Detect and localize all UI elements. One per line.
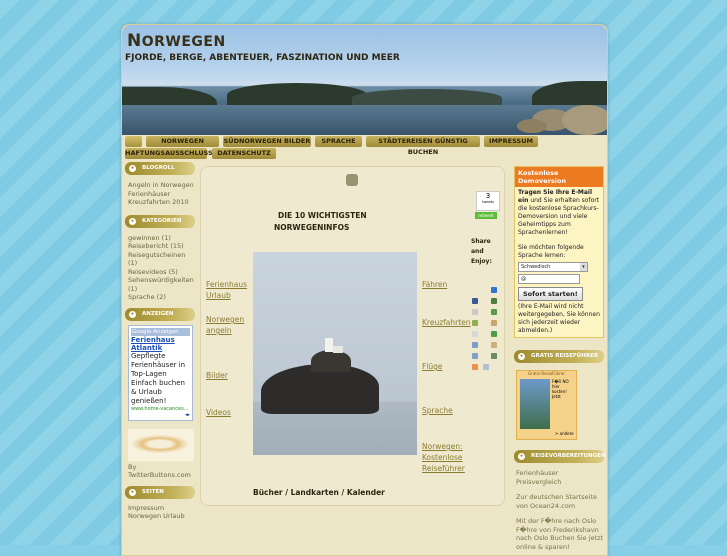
main-content: DIE 10 WICHTIGSTEN NORWEGENINFOS 3 tweet…: [200, 166, 505, 506]
digg-icon[interactable]: [491, 298, 497, 304]
technorati-icon[interactable]: [491, 331, 497, 337]
link-kreuzfahrten[interactable]: Kreuzfahrten: [422, 317, 472, 328]
chevron-down-icon: ▾: [580, 263, 587, 271]
promo-text: und Sie erhalten sofort die kostenlose S…: [518, 197, 600, 236]
promo-question: Sie möchten folgende Sprache lernen:: [518, 244, 584, 259]
right-sidebar: Kostenlose Demoversion Tragen Sie Ihre E…: [514, 166, 606, 551]
ads-header: • ANZEIGEN: [125, 307, 195, 321]
guide-book-title: Gratis-ReiseFührer: [528, 371, 565, 376]
comment-icon[interactable]: [346, 174, 358, 186]
prep-link[interactable]: Zur deutschen Startseite von Ocean24.com: [516, 493, 604, 510]
live-icon[interactable]: [472, 342, 478, 348]
prep-header: • REISEVORBEREITUNGEN: [514, 450, 606, 463]
category-item[interactable]: Reisegutscheinen (1): [128, 251, 195, 268]
bullet-icon: •: [518, 453, 525, 460]
categories-header: • KATEGORIEN: [125, 214, 195, 228]
myspace-icon[interactable]: [472, 331, 478, 337]
bullet-icon: •: [129, 310, 136, 318]
blogroll-header: • BLOGROLL: [125, 162, 195, 175]
page-link[interactable]: Norwegen Urlaub: [128, 512, 195, 521]
guide-book[interactable]: Gratis-ReiseFührer F�R NO hier kosten! J…: [516, 370, 577, 440]
link-videos[interactable]: Videos: [206, 407, 250, 418]
bookmark-icon[interactable]: [483, 364, 489, 370]
site-title[interactable]: NORWEGEN: [127, 31, 226, 51]
start-button[interactable]: Sofort starten!: [518, 287, 583, 301]
twitter-credit[interactable]: By TwitterButtons.com: [125, 461, 195, 480]
promo-note: (Ihre E-Mail wird nicht weitergegeben, S…: [518, 303, 600, 334]
pages-header: • SEITEN: [125, 485, 195, 499]
print-icon[interactable]: [491, 353, 497, 359]
bullet-icon: •: [518, 353, 525, 360]
blogroll-link[interactable]: Ferienhäuser Kreuzfahrten 2010: [128, 190, 195, 207]
google-icon[interactable]: [472, 309, 478, 315]
facebook-icon[interactable]: [472, 298, 478, 304]
tweet-counter: 3 tweets: [476, 191, 500, 211]
page-link[interactable]: Impressum: [128, 504, 195, 513]
guide-book-text: F�R NO hier kosten! Jetzt: [552, 379, 569, 399]
ad-nav-icon[interactable]: ◂▸: [131, 412, 190, 418]
google-ad[interactable]: Google-Anzeigen Ferienhaus Atlantik Gepf…: [128, 324, 193, 421]
media-links[interactable]: Bücher / Landkarten / Kalender: [253, 488, 385, 497]
retweet-button[interactable]: retweet: [475, 212, 497, 219]
link-faehren[interactable]: Fähren: [422, 279, 472, 290]
header-banner: NORWEGEN FJORDE, BERGE, ABENTEUER, FASZI…: [122, 25, 607, 135]
link-reisefuehrer[interactable]: Norwegen: Kostenlose Reiseführer: [422, 441, 472, 474]
guides-header: • GRATIS REISEFÜHRER: [514, 350, 604, 363]
link-sprache[interactable]: Sprache: [422, 405, 472, 416]
category-item[interactable]: Sprache (2): [128, 293, 195, 302]
nav-impressum[interactable]: IMPRESSUM: [484, 136, 538, 147]
nav-staedtereisen[interactable]: STÄDTEREISEN GÜNSTIG BUCHEN: [366, 136, 480, 156]
bullet-icon: •: [129, 165, 136, 172]
yahoo-icon[interactable]: [491, 320, 497, 326]
nav-home-button[interactable]: [125, 136, 142, 147]
email-icon[interactable]: [491, 342, 497, 348]
twitter-button[interactable]: [128, 428, 194, 461]
language-course-promo: Kostenlose Demoversion Tragen Sie Ihre E…: [514, 166, 604, 338]
article-heading-2[interactable]: NORWEGENINFOS: [274, 223, 349, 232]
site-frame: NORWEGEN FJORDE, BERGE, ABENTEUER, FASZI…: [121, 24, 608, 556]
stumble-icon[interactable]: [491, 309, 497, 315]
link-bilder[interactable]: Bilder: [206, 370, 250, 381]
link-norwegen-angeln[interactable]: Norwegen angeln: [206, 314, 250, 336]
ad-title[interactable]: Ferienhaus Atlantik: [131, 336, 190, 352]
share-label: Share and Enjoy:: [471, 238, 492, 265]
link-fluege[interactable]: Flüge: [422, 361, 472, 372]
ad-text: Gepflegte Ferienhäuser in Top-Lagen Einf…: [131, 351, 186, 405]
mixx-icon[interactable]: [472, 353, 478, 359]
nav-sprache[interactable]: SPRACHE: [315, 136, 362, 147]
google-ads-label: Google-Anzeigen: [131, 327, 190, 336]
bullet-icon: •: [129, 217, 136, 225]
category-item[interactable]: Reisebericht (15): [128, 242, 195, 251]
reddit-icon[interactable]: [472, 320, 478, 326]
bullet-icon: •: [129, 488, 136, 496]
link-ferienhaus-urlaub[interactable]: Ferienhaus Urlaub: [206, 279, 250, 301]
blogroll-link[interactable]: Angeln in Norwegen: [128, 181, 195, 190]
rss-icon[interactable]: [472, 364, 478, 370]
ad-url[interactable]: www.home-vacances...: [131, 406, 190, 412]
promo-header: Kostenlose Demoversion: [515, 167, 603, 187]
nav-haftungsausschluss[interactable]: HAFTUNGSAUSSCHLUSS: [125, 148, 213, 159]
guide-book-more[interactable]: > andere: [555, 431, 574, 436]
nav-datenschutz[interactable]: DATENSCHUTZ: [212, 148, 276, 159]
category-item[interactable]: Sehenswürdigkeiten (1): [128, 276, 195, 293]
category-item[interactable]: gewinnen (1): [128, 234, 195, 243]
category-item[interactable]: Reisevideos (5): [128, 268, 195, 277]
nav-norwegen-urlaub[interactable]: NORWEGEN URLAUB: [146, 136, 219, 156]
email-field[interactable]: @: [518, 274, 580, 284]
article-heading[interactable]: DIE 10 WICHTIGSTEN: [278, 211, 367, 220]
lighthouse-photo[interactable]: [253, 252, 417, 455]
nav-suednorwegen-bilder[interactable]: SÜDNORWEGEN BILDER: [223, 136, 311, 147]
language-select[interactable]: Schwedisch ▾: [518, 262, 588, 272]
prep-link[interactable]: Mit der F�hre nach Oslo F�hre von Freder…: [516, 517, 604, 551]
site-tagline: FJORDE, BERGE, ABENTEUER, FASZINATION UN…: [125, 53, 400, 63]
delicious-icon[interactable]: [491, 287, 497, 293]
prep-link[interactable]: Ferienhäuser Preisvergleich: [516, 469, 604, 486]
left-sidebar: • BLOGROLL Angeln in Norwegen Ferienhäuse…: [125, 162, 195, 521]
